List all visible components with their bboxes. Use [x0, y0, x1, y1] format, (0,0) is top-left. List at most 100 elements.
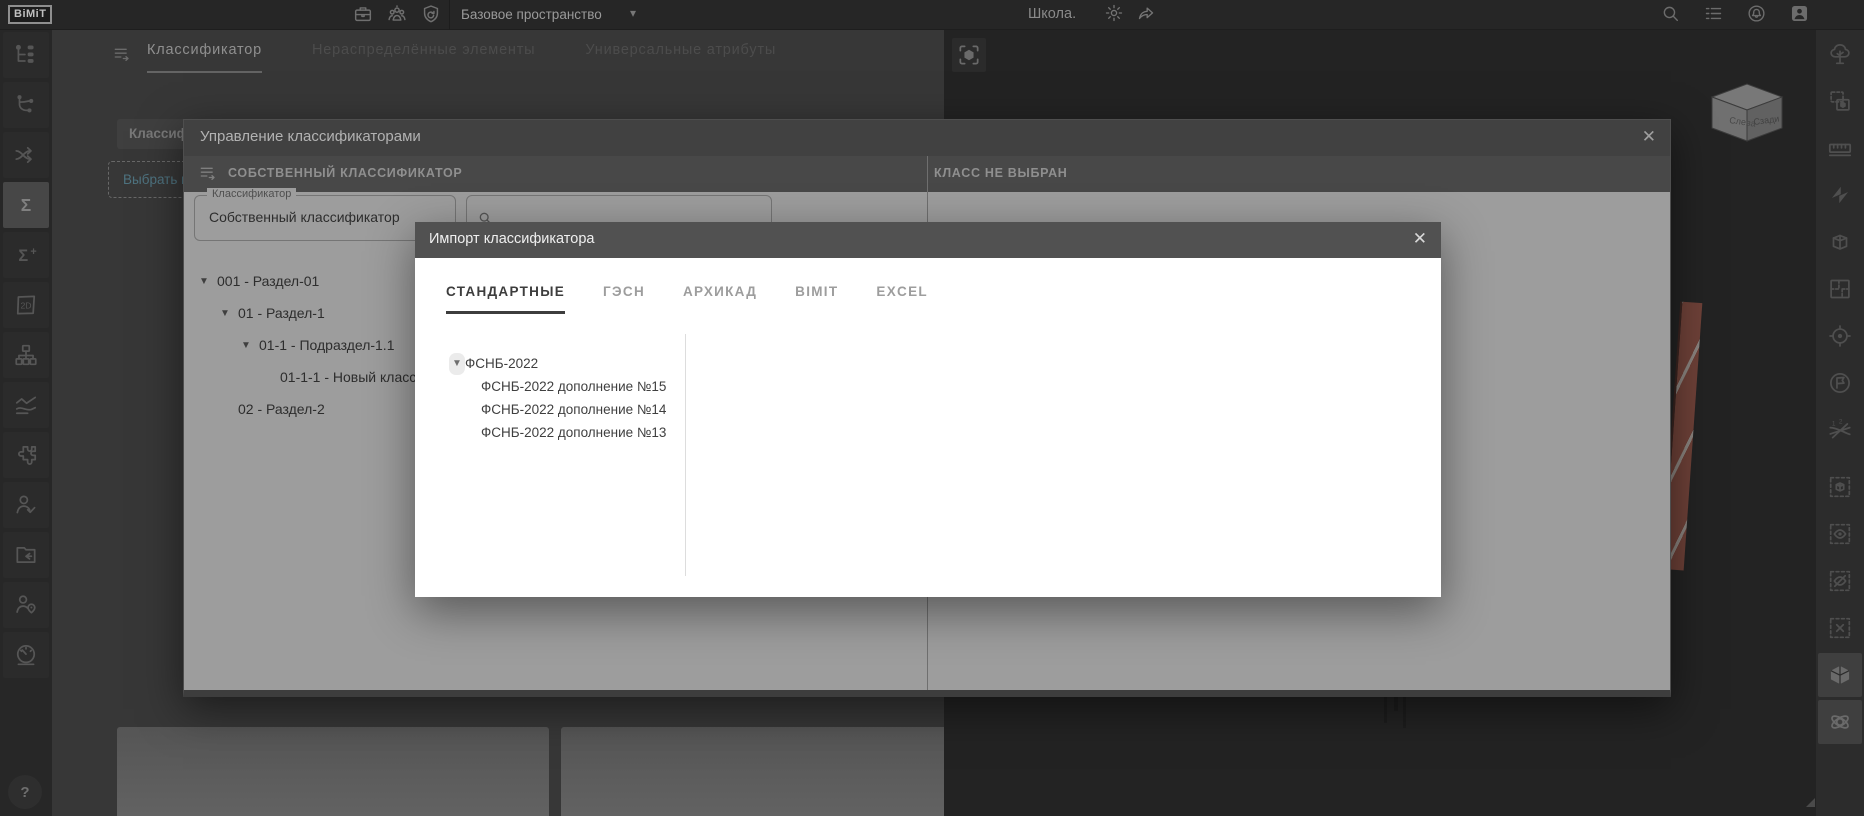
tool-box-wire[interactable]	[1818, 220, 1862, 264]
tool-eye-box[interactable]	[1818, 512, 1862, 556]
resize-handle[interactable]	[1806, 798, 1815, 807]
manage-dialog-close-button[interactable]: ✕	[1642, 127, 1656, 147]
tool-cube-solid[interactable]	[1818, 653, 1862, 697]
tool-gauge[interactable]	[3, 632, 49, 678]
topbar: BiMiT Базовое пространство ▾ Школа.	[0, 0, 1864, 30]
tool-folder-import[interactable]	[3, 532, 49, 578]
class-not-selected-header: КЛАСС НЕ ВЫБРАН	[934, 166, 1068, 180]
project-title: Школа.	[1028, 6, 1076, 22]
topbar-left-icons	[352, 3, 442, 25]
trend-lines-icon	[13, 392, 39, 418]
tree-row[interactable]: ▼ ФСНБ-2022 дополнение №14	[415, 398, 683, 421]
branch-nodes-icon	[13, 92, 39, 118]
tool-flag[interactable]	[1818, 361, 1862, 405]
tool-ruler[interactable]	[1818, 126, 1862, 170]
nature-tree-icon	[1827, 41, 1853, 67]
import-dialog-close-button[interactable]: ✕	[1413, 229, 1427, 249]
tool-orbit[interactable]	[1818, 700, 1862, 744]
import-dialog-header: Импорт классификатора ✕	[415, 222, 1441, 258]
focus-element-icon[interactable]	[952, 38, 986, 72]
panel-tab[interactable]: Нераспределённые элементы	[312, 42, 535, 73]
help-button[interactable]: ?	[8, 775, 42, 809]
gear-icon[interactable]	[1104, 3, 1124, 23]
search-icon[interactable]	[1660, 3, 1681, 24]
tool-axes-12[interactable]: 12	[1818, 408, 1862, 452]
background-panel-left	[117, 727, 549, 816]
cube-solid-icon	[1827, 662, 1853, 688]
expand-arrow-icon[interactable]: ▼	[220, 308, 238, 319]
svg-text:Σ: Σ	[18, 247, 28, 265]
tool-x-box[interactable]	[1818, 606, 1862, 650]
sigma-icon: Σ	[13, 192, 39, 218]
tool-floor-plan[interactable]	[1818, 267, 1862, 311]
structure-tree-icon	[13, 42, 39, 68]
tool-trend-lines[interactable]	[3, 382, 49, 428]
team-icon[interactable]	[386, 3, 408, 25]
tool-sheet-2d[interactable]: 2D	[3, 282, 49, 328]
navigation-cube[interactable]: Слева Сзади	[1706, 78, 1788, 142]
import-tab[interactable]: СТАНДАРТНЫЕ	[446, 284, 565, 314]
tool-sigma-plus[interactable]: Σ+	[3, 232, 49, 278]
manage-dialog-title: Управление классификаторами	[200, 128, 421, 145]
import-tab[interactable]: ГЭСН	[603, 284, 645, 314]
import-dialog-divider	[685, 334, 686, 576]
model-fragment	[1384, 697, 1387, 723]
frames-overlap-icon	[1827, 88, 1853, 114]
briefcase-icon[interactable]	[352, 3, 374, 25]
tool-structure-tree[interactable]	[3, 32, 49, 78]
chevron-down-icon[interactable]: ▾	[630, 6, 636, 20]
svg-text:2D: 2D	[20, 300, 31, 310]
expand-arrow-icon[interactable]: ▼	[199, 276, 217, 287]
workspace-select[interactable]: Базовое пространство	[461, 7, 602, 22]
tree-row[interactable]: ▼ ФСНБ-2022	[415, 352, 683, 375]
tool-eye-off-box[interactable]	[1818, 559, 1862, 603]
left-toolbar: ΣΣ+2D	[0, 30, 52, 816]
org-chart-icon	[13, 342, 39, 368]
bell-icon[interactable]	[1746, 3, 1767, 24]
tool-sigma[interactable]: Σ	[3, 182, 49, 228]
tool-branch-nodes[interactable]	[3, 82, 49, 128]
expand-arrow-icon[interactable]: ▼	[241, 340, 259, 351]
model-fragment	[1394, 697, 1398, 711]
navigation-cube-icon: Слева Сзади	[1706, 78, 1788, 142]
tool-shuffle[interactable]	[3, 132, 49, 178]
x-box-icon	[1827, 615, 1853, 641]
puzzle-icon	[13, 442, 39, 468]
panel-tab[interactable]: Универсальные атрибуты	[585, 42, 776, 73]
panel-menu-icon[interactable]	[112, 44, 132, 64]
gauge-icon	[13, 642, 39, 668]
list-menu-icon[interactable]	[1703, 3, 1724, 24]
right-toolbar: 12	[1816, 30, 1864, 816]
tool-org-chart[interactable]	[3, 332, 49, 378]
person-check-icon	[13, 492, 39, 518]
tool-person-check[interactable]	[3, 482, 49, 528]
section-menu-icon[interactable]	[198, 163, 218, 183]
ruler-icon	[1827, 135, 1853, 161]
share-icon[interactable]	[1136, 3, 1156, 23]
tool-section-plane[interactable]	[1818, 173, 1862, 217]
tool-person-pin[interactable]	[3, 582, 49, 628]
tree-row[interactable]: ▼ ФСНБ-2022 дополнение №15	[415, 375, 683, 398]
section-plane-icon	[1827, 182, 1853, 208]
svg-text:2: 2	[1839, 418, 1843, 425]
import-tab[interactable]: АРХИКАД	[683, 284, 757, 314]
tool-frames-overlap[interactable]	[1818, 79, 1862, 123]
shield-sync-icon[interactable]	[420, 3, 442, 25]
import-tab[interactable]: BIMIT	[795, 284, 838, 314]
tool-nature-tree[interactable]	[1818, 32, 1862, 76]
import-tab[interactable]: EXCEL	[876, 284, 928, 314]
tool-dashed-cube[interactable]	[1818, 465, 1862, 509]
tool-puzzle[interactable]	[3, 432, 49, 478]
expand-arrow-icon[interactable]: ▼	[449, 353, 465, 375]
bimit-app: Классификатор Нераспределённые элементы Ун…	[0, 0, 1864, 816]
flag-icon	[1827, 370, 1853, 396]
eye-off-box-icon	[1827, 568, 1853, 594]
panel-tab[interactable]: Классификатор	[147, 42, 262, 73]
dashed-cube-icon	[1827, 474, 1853, 500]
user-square-icon[interactable]	[1789, 3, 1810, 24]
import-dialog-title: Импорт классификатора	[429, 231, 594, 247]
tree-row[interactable]: ▼ ФСНБ-2022 дополнение №13	[415, 421, 683, 444]
svg-text:Σ: Σ	[21, 195, 31, 215]
tool-target[interactable]	[1818, 314, 1862, 358]
import-classifier-tree: ▼ ФСНБ-2022 ▼ ФСНБ-2022 дополнение №15 ▼…	[415, 352, 683, 444]
